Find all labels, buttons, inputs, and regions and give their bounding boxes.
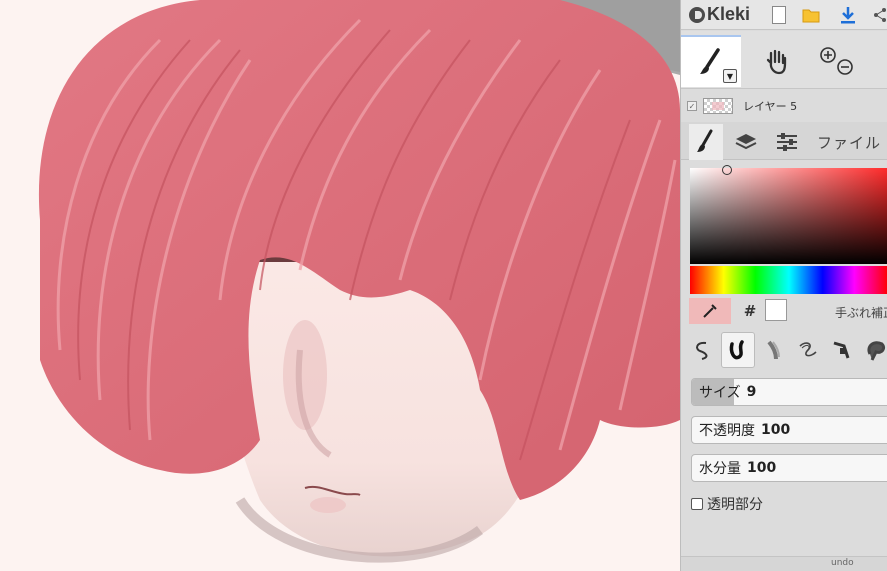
share-icon <box>873 8 886 22</box>
saturation-value-picker[interactable] <box>690 165 887 264</box>
size-slider[interactable]: サイズ 9 <box>691 378 887 406</box>
eyedropper-button[interactable] <box>689 298 731 324</box>
transparent-label: 透明部分 <box>707 497 763 513</box>
brush-dropdown-button[interactable]: ▼ <box>723 69 737 83</box>
layer-name: レイヤー 5 <box>743 100 798 113</box>
sketchy-brush-icon <box>799 342 817 357</box>
brush-type-row <box>681 330 887 370</box>
lasso-brush-button[interactable] <box>687 332 721 368</box>
size-slider-value: 9 <box>746 384 757 400</box>
canvas-artwork <box>0 0 680 571</box>
stabilizer-label[interactable]: 手ぶれ補正 <box>835 304 887 321</box>
tab-file-label: ファイル <box>817 133 882 152</box>
blend-brush-icon <box>767 340 780 360</box>
kleki-logo[interactable]: Kleki <box>689 0 750 30</box>
tab-brush[interactable] <box>689 124 723 160</box>
new-file-icon <box>772 6 786 24</box>
folder-icon <box>802 9 820 23</box>
pixel-brush-icon <box>833 341 850 359</box>
save-button[interactable] <box>837 0 859 30</box>
app-name: Kleki <box>707 4 751 24</box>
layer-visibility-checkbox[interactable]: ✓ <box>687 101 697 111</box>
brush-tool-button[interactable]: ▼ <box>681 35 741 87</box>
new-image-button[interactable] <box>768 0 790 30</box>
size-slider-label: サイズ <box>699 385 741 401</box>
brush-tab-icon <box>697 129 713 152</box>
opacity-slider[interactable]: 不透明度 100 <box>691 416 887 444</box>
layers-icon <box>735 134 757 150</box>
pen-brush-icon <box>729 340 744 360</box>
bottom-bar: undo <box>681 556 887 571</box>
smudge-brush-icon <box>867 341 886 361</box>
hand-tool-button[interactable] <box>747 35 807 87</box>
blend-brush-button[interactable] <box>757 332 791 368</box>
hand-icon <box>766 49 787 75</box>
layer-thumbnail <box>703 98 733 114</box>
drawing-canvas[interactable] <box>0 0 680 571</box>
color-row: # 手ぶれ補正 <box>681 296 887 326</box>
share-button[interactable] <box>871 0 887 30</box>
transparent-checkbox[interactable] <box>691 498 703 510</box>
transparent-checkbox-row[interactable]: 透明部分 <box>691 494 763 514</box>
tab-adjust[interactable] <box>769 124 805 160</box>
brush-icon <box>700 48 720 74</box>
tool-panel: Kleki ▼ ✓ レイヤー 5 ファイル # 手ぶれ補 サイズ 9 不透明度 … <box>680 0 887 571</box>
adjust-icon <box>777 133 797 151</box>
water-slider-label: 水分量 <box>699 461 741 477</box>
smudge-brush-button[interactable] <box>859 332 887 368</box>
zoom-icon <box>820 47 853 75</box>
download-icon <box>841 7 855 24</box>
tab-layers[interactable] <box>729 124 763 160</box>
zoom-buttons[interactable] <box>811 35 861 87</box>
top-bar: Kleki <box>681 0 887 30</box>
hex-input-button[interactable]: # <box>739 298 761 324</box>
water-slider-value: 100 <box>747 460 777 476</box>
pen-brush-button[interactable] <box>721 332 755 368</box>
pixel-brush-button[interactable] <box>825 332 859 368</box>
open-file-button[interactable] <box>799 0 823 30</box>
undo-button[interactable]: undo <box>831 558 854 568</box>
sketchy-brush-button[interactable] <box>791 332 825 368</box>
opacity-slider-value: 100 <box>761 422 791 438</box>
tool-row: ▼ <box>681 31 887 89</box>
layer-row[interactable]: ✓ レイヤー 5 <box>681 92 887 120</box>
tab-row: ファイル <box>681 122 887 160</box>
eyedropper-icon <box>703 304 717 318</box>
hue-slider[interactable] <box>690 266 887 294</box>
tab-file[interactable]: ファイル <box>817 124 887 160</box>
kleki-logo-icon <box>689 6 705 23</box>
current-color-swatch[interactable] <box>765 299 787 321</box>
lasso-brush-icon <box>696 341 708 360</box>
water-slider[interactable]: 水分量 100 <box>691 454 887 482</box>
opacity-slider-label: 不透明度 <box>699 423 755 439</box>
color-picker-handle[interactable] <box>722 165 732 175</box>
